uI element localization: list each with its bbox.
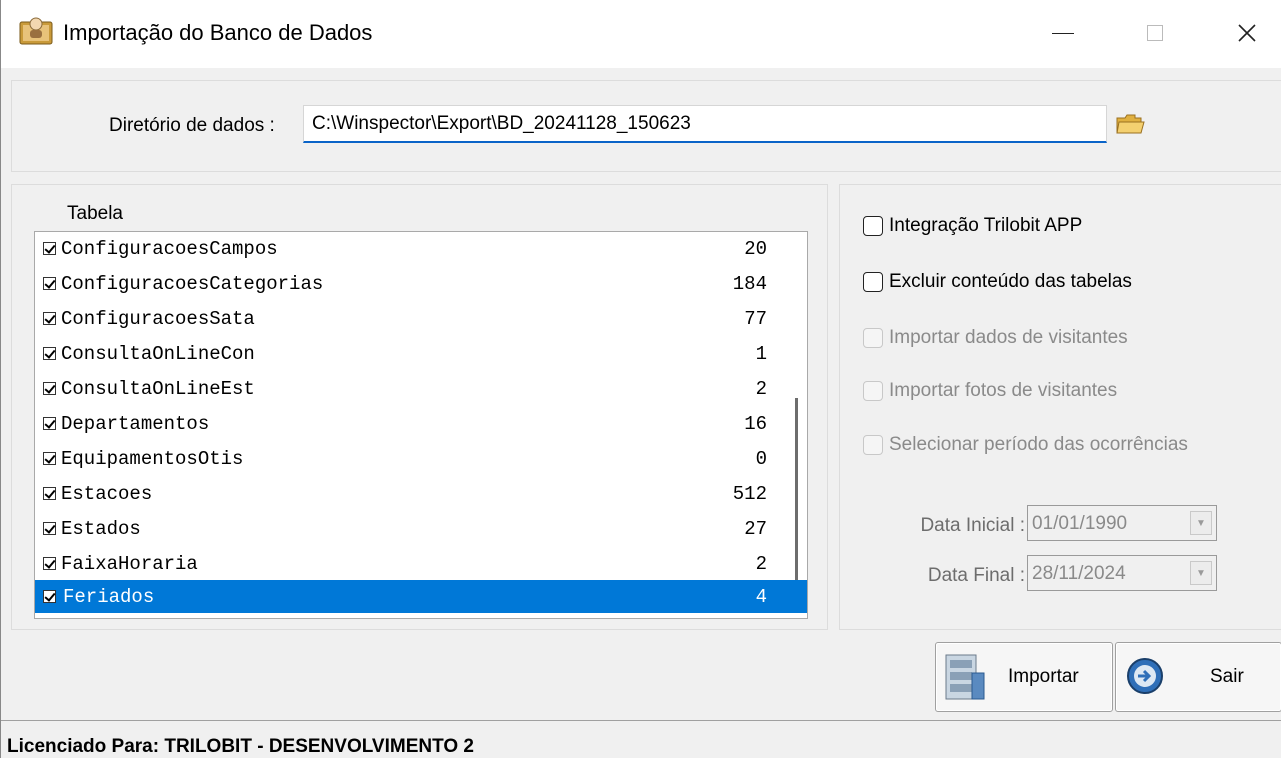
checkbox[interactable] <box>43 487 56 500</box>
checkbox[interactable] <box>43 277 56 290</box>
list-item[interactable]: Estacoes 512 <box>35 477 807 510</box>
folder-browse-icon[interactable] <box>1115 112 1145 136</box>
initial-date-value: 01/01/1990 <box>1032 513 1128 534</box>
item-count: 4 <box>755 585 767 608</box>
checkbox-box[interactable] <box>863 216 883 236</box>
item-name: EquipamentosOtis <box>61 447 244 470</box>
list-item[interactable]: Estados 27 <box>35 512 807 545</box>
final-date-label: Data Final : <box>927 565 1025 586</box>
importar-dados-label: Importar dados de visitantes <box>889 327 1128 348</box>
database-user-icon <box>19 17 53 45</box>
list-scrollbar[interactable] <box>795 398 798 580</box>
list-item-selected[interactable]: Feriados 4 <box>35 580 807 613</box>
item-count: 184 <box>732 272 767 295</box>
checkbox[interactable] <box>43 312 56 325</box>
initial-date-label: Data Inicial : <box>920 515 1025 536</box>
checkbox[interactable] <box>43 417 56 430</box>
close-button[interactable] <box>1207 10 1281 56</box>
item-count: 27 <box>744 517 767 540</box>
item-name: ConfiguracoesSata <box>61 307 255 330</box>
excluir-label: Excluir conteúdo das tabelas <box>889 271 1132 292</box>
window-title: Importação do Banco de Dados <box>63 20 373 45</box>
directory-label: Diretório de dados : <box>109 115 275 136</box>
item-name: Departamentos <box>61 412 210 435</box>
selecionar-periodo-checkbox: Selecionar período das ocorrências <box>863 434 1188 456</box>
exit-button[interactable]: Sair <box>1115 642 1281 712</box>
database-import-icon <box>945 654 985 700</box>
checkbox-box <box>863 381 883 401</box>
license-status: Licenciado Para: TRILOBIT - DESENVOLVIME… <box>7 736 474 757</box>
list-item[interactable]: ConfiguracoesCategorias 184 <box>35 267 807 300</box>
item-name: ConsultaOnLineCon <box>61 342 255 365</box>
item-count: 0 <box>755 447 767 470</box>
checkbox[interactable] <box>43 557 56 570</box>
list-item[interactable]: ConsultaOnLineCon 1 <box>35 337 807 370</box>
list-item[interactable]: EquipamentosOtis 0 <box>35 442 807 475</box>
import-dialog-window: Importação do Banco de Dados Diretório d… <box>0 0 1281 758</box>
checkbox[interactable] <box>43 382 56 395</box>
item-count: 16 <box>744 412 767 435</box>
list-item[interactable]: ConsultaOnLineEst 2 <box>35 372 807 405</box>
item-count: 512 <box>732 482 767 505</box>
checkbox[interactable] <box>43 590 56 603</box>
item-name: Estados <box>61 517 141 540</box>
table-checklist[interactable]: ConfiguracoesCampos 20 ConfiguracoesCate… <box>34 231 808 619</box>
list-item[interactable]: Departamentos 16 <box>35 407 807 440</box>
item-name: ConfiguracoesCategorias <box>61 272 324 295</box>
item-count: 77 <box>744 307 767 330</box>
selecionar-periodo-label: Selecionar período das ocorrências <box>889 434 1188 455</box>
integracao-checkbox[interactable]: Integração Trilobit APP <box>863 215 1082 237</box>
list-item[interactable]: ConfiguracoesCampos 20 <box>35 232 807 265</box>
title-bar: Importação do Banco de Dados <box>1 0 1281 68</box>
checkbox-box <box>863 435 883 455</box>
item-count: 1 <box>755 342 767 365</box>
item-name: Feriados <box>63 585 155 608</box>
item-count: 2 <box>755 377 767 400</box>
item-name: Estacoes <box>61 482 153 505</box>
excluir-checkbox[interactable]: Excluir conteúdo das tabelas <box>863 271 1132 293</box>
final-date-value: 28/11/2024 <box>1032 563 1126 584</box>
maximize-button[interactable] <box>1115 10 1195 56</box>
checkbox-box[interactable] <box>863 272 883 292</box>
directory-input[interactable]: C:\Winspector\Export\BD_20241128_150623 <box>303 105 1107 143</box>
chevron-down-icon: ▼ <box>1190 511 1212 535</box>
item-name: FaixaHoraria <box>61 552 198 575</box>
import-label: Importar <box>1008 666 1079 687</box>
importar-fotos-label: Importar fotos de visitantes <box>889 380 1118 401</box>
exit-label: Sair <box>1210 666 1244 687</box>
minimize-icon <box>1052 32 1074 34</box>
checkbox[interactable] <box>43 452 56 465</box>
checkbox[interactable] <box>43 522 56 535</box>
chevron-down-icon: ▼ <box>1190 561 1212 585</box>
status-separator <box>1 720 1281 721</box>
close-icon <box>1238 24 1256 42</box>
list-item[interactable]: FaixaHoraria 2 <box>35 547 807 580</box>
initial-date-field: 01/01/1990 ▼ <box>1027 505 1217 541</box>
integracao-label: Integração Trilobit APP <box>889 215 1083 236</box>
table-header: Tabela <box>67 203 123 224</box>
checkbox[interactable] <box>43 347 56 360</box>
minimize-button[interactable] <box>1023 10 1103 56</box>
checkbox-box <box>863 328 883 348</box>
item-count: 20 <box>744 237 767 260</box>
item-count: 2 <box>755 552 767 575</box>
exit-arrow-icon <box>1127 658 1163 694</box>
checkbox[interactable] <box>43 242 56 255</box>
importar-fotos-checkbox: Importar fotos de visitantes <box>863 380 1117 402</box>
item-name: ConfiguracoesCampos <box>61 237 278 260</box>
maximize-icon <box>1147 25 1163 41</box>
import-button[interactable]: Importar <box>935 642 1113 712</box>
final-date-field: 28/11/2024 ▼ <box>1027 555 1217 591</box>
list-item[interactable]: ConfiguracoesSata 77 <box>35 302 807 335</box>
importar-dados-checkbox: Importar dados de visitantes <box>863 327 1128 349</box>
item-name: ConsultaOnLineEst <box>61 377 255 400</box>
